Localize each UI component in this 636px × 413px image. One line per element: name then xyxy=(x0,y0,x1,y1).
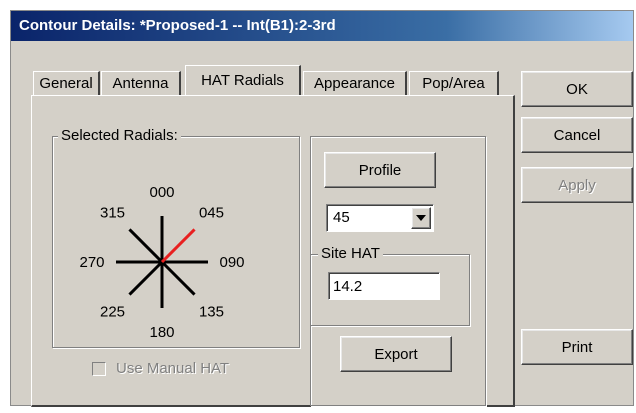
radials-compass[interactable]: 000 045 090 135 180 225 270 315 xyxy=(72,152,292,342)
tab-antenna-label: Antenna xyxy=(112,75,169,92)
apply-button[interactable]: Apply xyxy=(521,167,633,203)
tab-pop-area-label: Pop/Area xyxy=(422,75,485,92)
dropdown-arrow-button[interactable] xyxy=(411,207,431,229)
radial-label-090: 090 xyxy=(219,254,244,271)
hat-radials-panel: Selected Radials: 000 045 090 135 180 225 270 3… xyxy=(31,95,515,407)
radial-line-045[interactable] xyxy=(160,228,196,264)
use-manual-hat-checkbox[interactable] xyxy=(92,362,106,376)
ok-button[interactable]: OK xyxy=(521,71,633,107)
selected-radials-label: Selected Radials: xyxy=(58,128,181,144)
radial-select-value: 45 xyxy=(333,209,350,226)
tab-general[interactable]: General xyxy=(33,71,100,95)
profile-button-label: Profile xyxy=(358,161,402,179)
site-hat-input[interactable] xyxy=(328,272,440,300)
cancel-button[interactable]: Cancel xyxy=(521,117,633,153)
tab-antenna[interactable]: Antenna xyxy=(101,71,181,95)
site-hat-label: Site HAT xyxy=(318,246,383,262)
tab-appearance-label: Appearance xyxy=(314,75,395,92)
window-title: Contour Details: *Proposed-1 -- Int(B1):… xyxy=(11,11,633,41)
use-manual-hat-label: Use Manual HAT xyxy=(116,360,230,377)
radial-label-270: 270 xyxy=(79,254,104,271)
print-button[interactable]: Print xyxy=(521,329,633,365)
export-button[interactable]: Export xyxy=(340,336,452,372)
print-button-label: Print xyxy=(561,338,593,356)
tab-pop-area[interactable]: Pop/Area xyxy=(409,71,499,95)
cancel-button-label: Cancel xyxy=(553,126,601,144)
radial-line-225[interactable] xyxy=(128,260,164,296)
radial-label-180: 180 xyxy=(149,324,174,341)
chevron-down-icon xyxy=(416,215,426,221)
radial-label-000: 000 xyxy=(149,184,174,201)
tab-general-label: General xyxy=(39,75,93,92)
radial-label-315: 315 xyxy=(100,205,125,222)
tab-hat-radials[interactable]: HAT Radials xyxy=(185,65,301,95)
profile-button[interactable]: Profile xyxy=(324,152,436,188)
radial-line-135[interactable] xyxy=(160,260,196,296)
export-button-label: Export xyxy=(374,345,418,363)
contour-details-dialog: Contour Details: *Proposed-1 -- Int(B1):… xyxy=(10,10,634,407)
apply-button-label: Apply xyxy=(558,176,596,194)
radial-label-135: 135 xyxy=(199,303,224,320)
tab-appearance[interactable]: Appearance xyxy=(303,71,407,95)
tab-hat-radials-label: HAT Radials xyxy=(201,72,284,89)
ok-button-label: OK xyxy=(566,80,588,98)
radial-line-315[interactable] xyxy=(128,228,164,264)
radial-label-225: 225 xyxy=(100,303,125,320)
radial-select[interactable]: 45 xyxy=(326,204,434,232)
radial-label-045: 045 xyxy=(199,205,224,222)
